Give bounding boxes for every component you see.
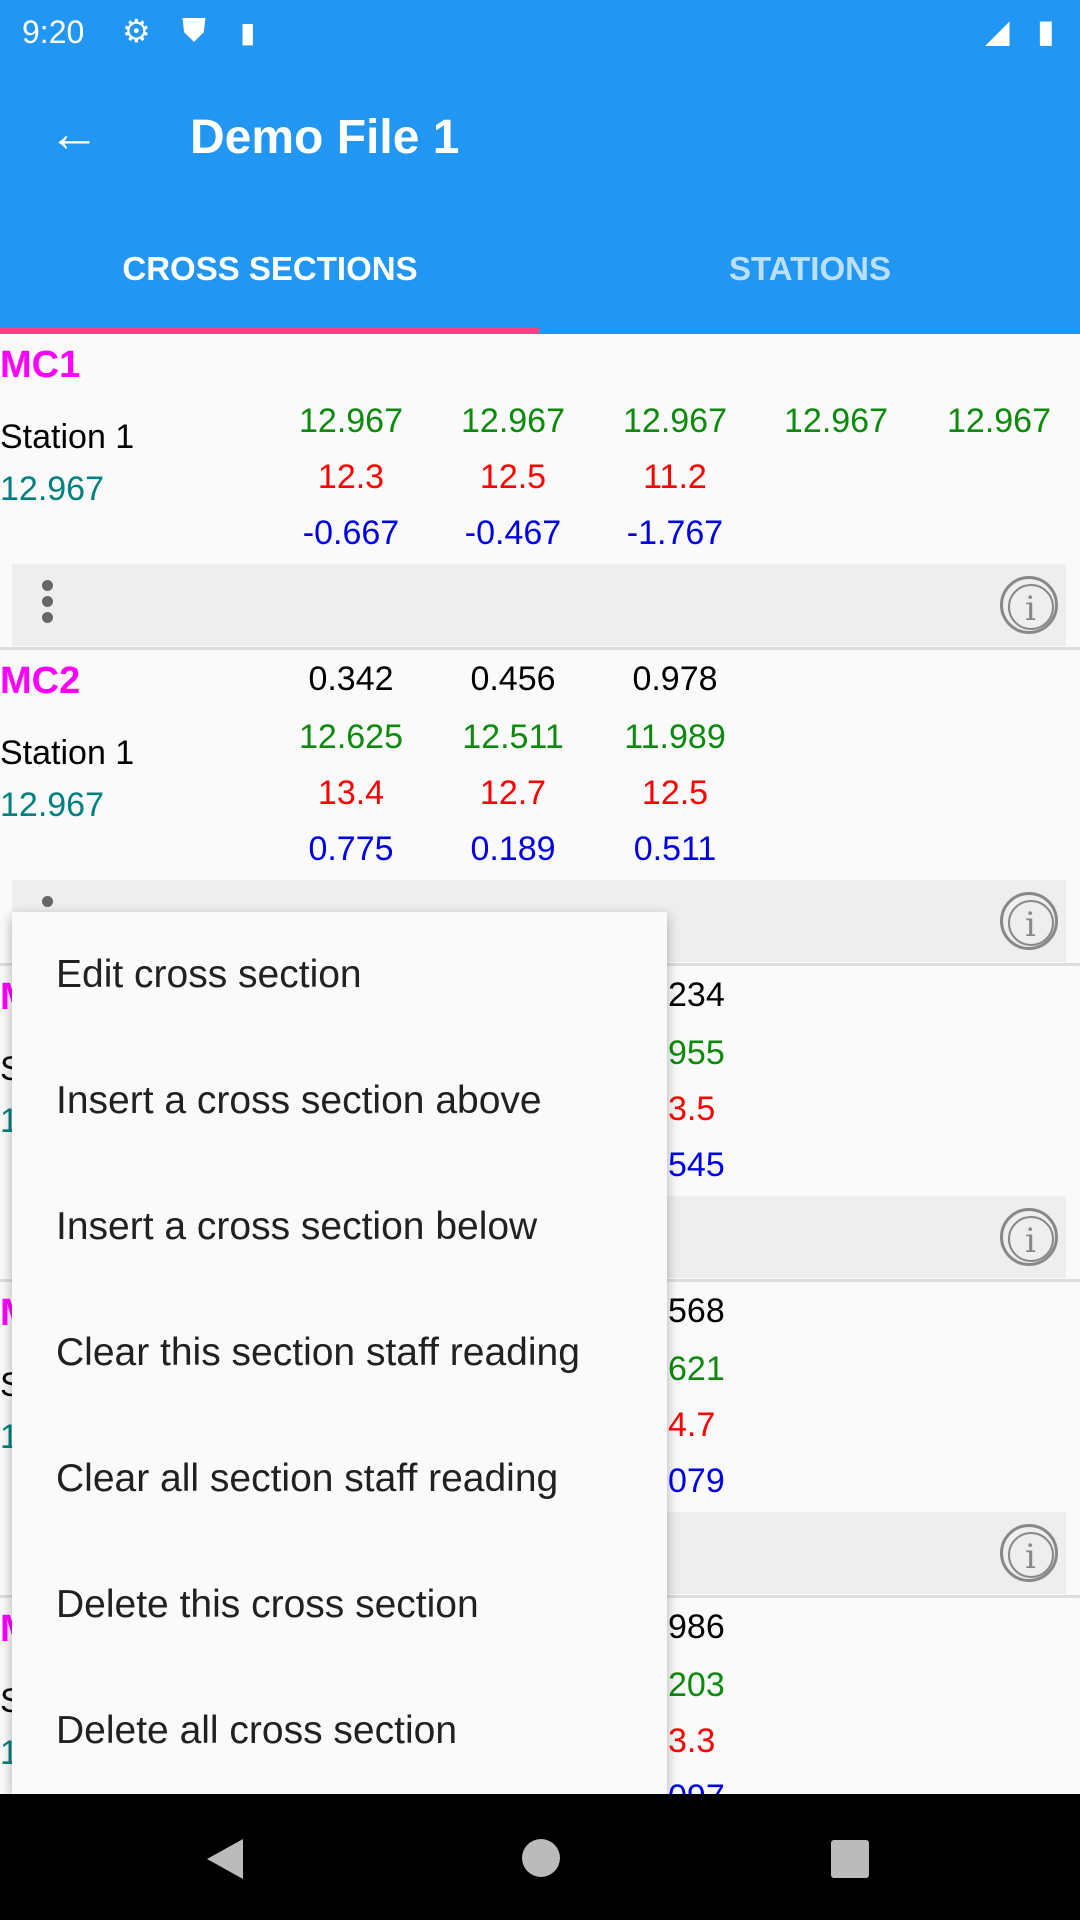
reading-value: 3.5 [668,1090,716,1128]
reading-value: 12.5 [479,458,547,496]
status-bar: 9:20 ⚙ ⛊ ▮ ◢ ▮ [0,0,1080,62]
reading-value: 955 [668,1034,725,1072]
home-nav-icon[interactable] [520,1837,562,1879]
menu-item[interactable]: Insert a cross section above [12,1038,667,1164]
section-action-bar: i [12,564,1066,646]
reading-value: 12.625 [299,718,403,756]
reading-value: 0.342 [308,660,394,698]
reading-value: 11.989 [624,718,726,756]
navigation-bar [0,1794,1080,1920]
gear-icon: ⚙ [122,13,151,49]
reading-value: 545 [668,1146,725,1184]
reading-value: 12.5 [641,774,709,812]
reading-value: 234 [668,976,725,1014]
reading-value: 621 [668,1350,725,1388]
reading-value: 986 [668,1608,725,1646]
reading-value: 203 [668,1666,725,1704]
cross-section-item: MC1 Station 1 12.967 12.967 12.967 12.967 12.9… [0,334,1080,650]
reading-value: -0.467 [464,514,562,552]
sd-card-icon: ▮ [240,17,256,48]
reading-value: -1.767 [626,514,724,552]
section-name: MC2 [0,660,81,702]
reading-value: 0.456 [470,660,556,698]
menu-item[interactable]: Delete all cross section [12,1668,667,1794]
reading-value: 13.4 [317,774,385,812]
reading-value: 11.2 [643,458,707,496]
back-nav-icon[interactable] [205,1837,245,1881]
menu-item[interactable]: Delete this cross section [12,1542,667,1668]
info-icon[interactable]: i [1000,1208,1058,1266]
reading-value: 4.7 [668,1406,716,1444]
battery-icon: ▮ [1037,13,1055,49]
page-title: Demo File 1 [190,111,460,164]
station-label: Station 1 [0,418,135,456]
context-menu: Edit cross section Insert a cross section… [12,912,667,1794]
reading-value: 12.967 [784,402,888,440]
reading-value: 0.511 [633,830,717,868]
signal-icon: ◢ [985,13,1010,49]
section-name: MC1 [0,344,81,386]
reading-value: 0.978 [632,660,718,698]
menu-item[interactable]: Clear this section staff reading [12,1290,667,1416]
reading-value: -0.667 [302,514,400,552]
menu-item[interactable]: Clear all section staff reading [12,1416,667,1542]
status-time: 9:20 [22,14,85,50]
shield-icon: ⛊ [182,12,207,48]
elevation-value: 12.967 [0,786,104,824]
reading-value: 0.189 [470,830,556,868]
reading-value: 12.967 [299,402,403,440]
recents-nav-icon[interactable] [830,1839,870,1879]
reading-value: 0.775 [308,830,394,868]
reading-value: 12.967 [623,402,727,440]
reading-value: 3.3 [668,1722,716,1760]
reading-value: 12.3 [317,458,385,496]
menu-item[interactable]: Insert a cross section below [12,1164,667,1290]
reading-value: 12.967 [461,402,565,440]
menu-item[interactable]: Edit cross section [12,912,667,1038]
app-bar: 9:20 ⚙ ⛊ ▮ ◢ ▮ ← Demo File 1 CROSS SECTI… [0,0,1080,334]
tab-stations[interactable]: STATIONS [540,250,1080,288]
reading-value: 12.7 [479,774,547,812]
info-icon[interactable]: i [1000,892,1058,950]
reading-value: 12.967 [947,402,1051,440]
info-icon[interactable]: i [1000,576,1058,634]
reading-value: 568 [668,1292,725,1330]
reading-value: 079 [668,1462,725,1500]
station-label: Station 1 [0,734,135,772]
more-options-icon[interactable] [42,580,54,628]
arrow-back-icon[interactable]: ← [48,108,100,160]
tab-cross-sections[interactable]: CROSS SECTIONS [0,250,540,288]
elevation-value: 12.967 [0,470,104,508]
reading-value: 12.511 [462,718,564,756]
info-icon[interactable]: i [1000,1524,1058,1582]
